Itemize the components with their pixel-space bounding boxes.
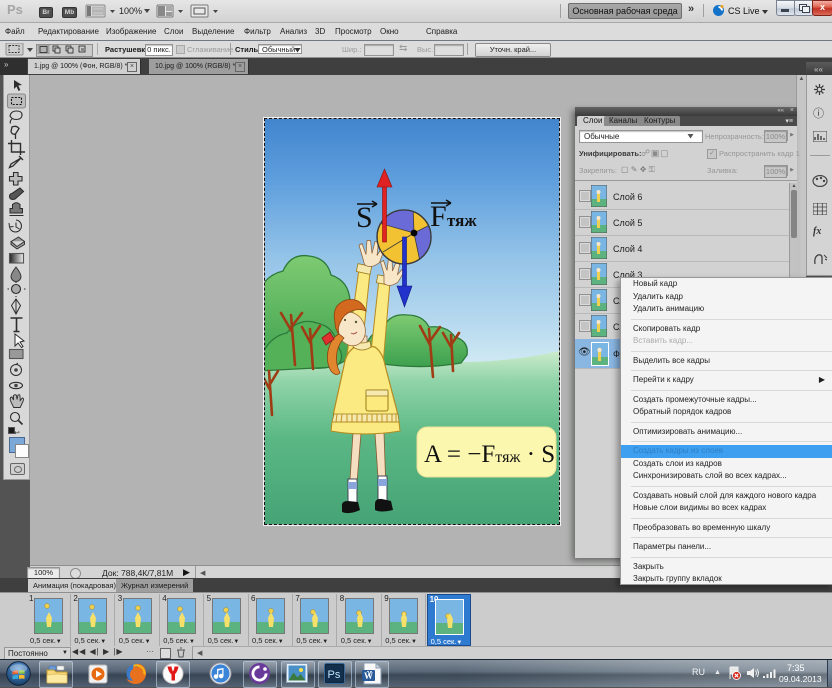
svg-text:тяж: тяж — [447, 211, 477, 230]
svg-text:Ps: Ps — [328, 669, 341, 681]
svg-text:F: F — [430, 200, 447, 233]
svg-text:A = −Fтяж · S: A = −Fтяж · S — [424, 441, 555, 468]
svg-text:S: S — [356, 201, 373, 234]
